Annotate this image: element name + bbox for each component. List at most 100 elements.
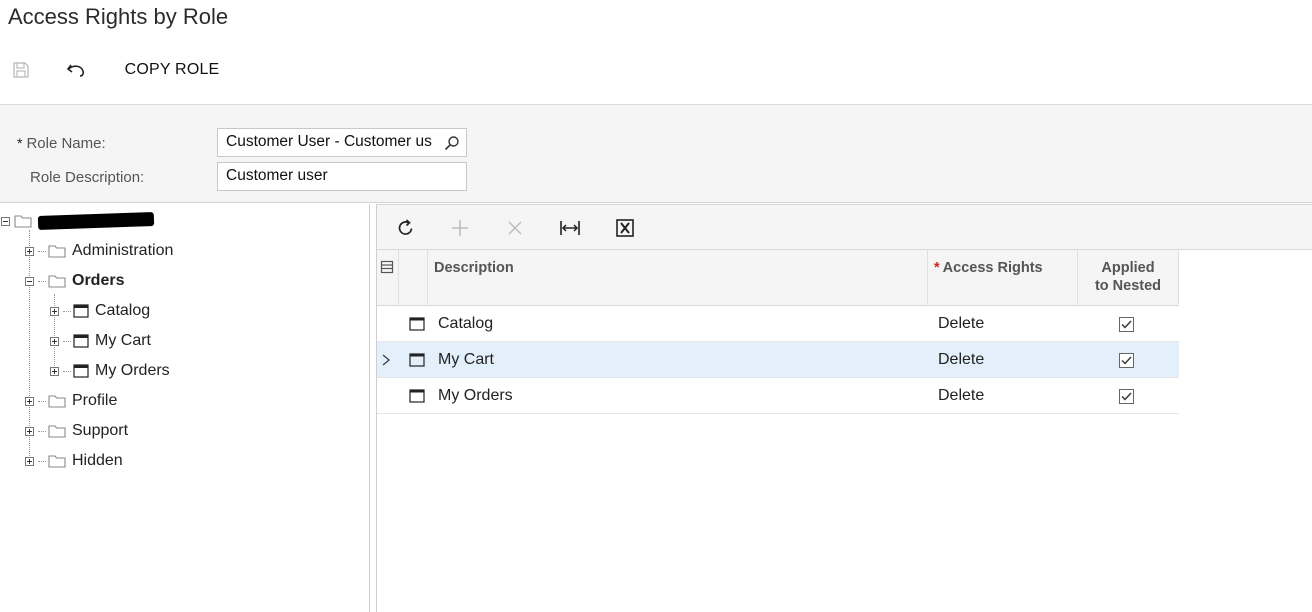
page-title: Access Rights by Role	[8, 4, 229, 29]
current-row-indicator-icon	[381, 342, 391, 378]
refresh-icon	[398, 219, 413, 235]
collapse-icon[interactable]	[1, 216, 10, 226]
checkmark-icon	[1121, 392, 1132, 401]
tree-item-label: Catalog	[95, 302, 151, 319]
delete-row-button[interactable]	[500, 213, 530, 243]
tree-item-label: My Cart	[95, 332, 151, 349]
folder-icon	[48, 425, 66, 438]
column-settings-button[interactable]	[377, 250, 399, 306]
screen-icon	[73, 364, 89, 378]
role-tree: Administration Orders Catalog My Cart My…	[0, 204, 370, 612]
column-header-access-rights[interactable]: * Access Rights	[928, 250, 1078, 306]
role-description-field[interactable]: Customer user	[217, 162, 467, 191]
tree-item-orders[interactable]: Orders	[25, 266, 124, 296]
folder-icon	[48, 395, 66, 408]
tree-item-label: Administration	[72, 242, 174, 259]
expand-icon[interactable]	[25, 246, 34, 256]
undo-button[interactable]	[62, 52, 90, 88]
folder-icon	[48, 275, 66, 288]
refresh-button[interactable]	[391, 213, 421, 243]
tree-item-support[interactable]: Support	[25, 416, 128, 446]
screen-icon	[409, 342, 425, 378]
tree-item-label: Hidden	[72, 452, 123, 469]
tree-item-my-orders[interactable]: My Orders	[50, 356, 170, 386]
main-toolbar: COPY ROLE	[0, 52, 1312, 88]
screen-icon	[73, 304, 89, 318]
expand-icon[interactable]	[50, 336, 59, 346]
tree-connector	[63, 340, 71, 342]
expand-icon[interactable]	[25, 396, 34, 406]
tree-item-label: Orders	[72, 272, 125, 289]
access-rights-header-label: Access Rights	[942, 260, 1043, 276]
role-form: * Role Name: Customer User - Customer us …	[0, 104, 1312, 203]
table-row[interactable]: My Cart Delete	[377, 342, 1179, 378]
redacted-root-label	[37, 211, 155, 231]
tree-connector	[63, 370, 71, 372]
screen-icon	[409, 306, 425, 342]
tree-item-label: Profile	[72, 392, 118, 409]
grid-header: Description * Access Rights Applied to Nes…	[377, 250, 1179, 306]
applied-to-nested-checkbox[interactable]	[1119, 306, 1134, 342]
access-rights-grid-pane: Description * Access Rights Applied to Nes…	[376, 204, 1312, 612]
row-access-rights[interactable]: Delete	[938, 378, 984, 414]
collapse-icon[interactable]	[25, 276, 34, 286]
fit-width-icon	[560, 221, 580, 235]
close-icon	[508, 221, 522, 235]
tree-connector	[38, 430, 46, 432]
save-button[interactable]	[8, 52, 34, 88]
required-star: *	[17, 135, 23, 151]
tree-root[interactable]	[1, 206, 155, 236]
row-access-rights[interactable]: Delete	[938, 342, 984, 378]
tree-connector	[38, 460, 46, 462]
role-name-field[interactable]: Customer User - Customer us	[217, 128, 467, 157]
tree-connector	[38, 280, 46, 282]
undo-icon	[66, 64, 85, 77]
applied-header-line1: Applied	[1101, 260, 1155, 276]
tree-item-profile[interactable]: Profile	[25, 386, 117, 416]
applied-header-line2: to Nested	[1094, 278, 1162, 294]
access-rights-grid: Description * Access Rights Applied to Nes…	[377, 250, 1179, 414]
column-header-applied-to-nested[interactable]: Applied to Nested	[1078, 250, 1179, 306]
export-excel-button[interactable]	[610, 213, 640, 243]
tree-item-label: Support	[72, 422, 129, 439]
search-icon[interactable]	[444, 135, 460, 151]
tree-item-catalog[interactable]: Catalog	[50, 296, 150, 326]
grid-toolbar	[377, 204, 1312, 250]
folder-icon	[48, 455, 66, 468]
screen-icon	[409, 378, 425, 414]
folder-icon	[14, 215, 32, 228]
save-icon	[13, 62, 29, 78]
screen-icon	[73, 334, 89, 348]
applied-to-nested-checkbox[interactable]	[1119, 378, 1134, 414]
role-description-label: Role Description:	[30, 169, 145, 186]
icon-column-header	[399, 250, 428, 306]
tree-connector	[38, 400, 46, 402]
copy-role-button[interactable]: COPY ROLE	[112, 52, 232, 88]
expand-icon[interactable]	[50, 306, 59, 316]
role-name-label: * Role Name:	[17, 135, 106, 152]
applied-to-nested-checkbox[interactable]	[1119, 342, 1134, 378]
excel-icon	[616, 219, 634, 237]
tree-item-hidden[interactable]: Hidden	[25, 446, 123, 476]
row-access-rights[interactable]: Delete	[938, 306, 984, 342]
role-name-label-text: Role Name:	[26, 135, 106, 152]
expand-icon[interactable]	[25, 426, 34, 436]
tree-item-administration[interactable]: Administration	[25, 236, 173, 266]
role-name-value: Customer User - Customer us	[226, 133, 432, 150]
row-description: My Orders	[438, 387, 513, 404]
add-row-button[interactable]	[445, 213, 475, 243]
expand-icon[interactable]	[50, 366, 59, 376]
tree-connector	[38, 250, 46, 252]
row-description: My Cart	[438, 351, 494, 368]
column-settings-icon	[380, 260, 394, 274]
fit-columns-button[interactable]	[555, 213, 585, 243]
plus-icon	[452, 220, 468, 236]
column-header-description[interactable]: Description	[428, 250, 928, 306]
tree-item-label: My Orders	[95, 362, 170, 379]
tree-item-my-cart[interactable]: My Cart	[50, 326, 151, 356]
table-row[interactable]: Catalog Delete	[377, 306, 1179, 342]
tree-connector	[63, 310, 71, 312]
table-row[interactable]: My Orders Delete	[377, 378, 1179, 414]
expand-icon[interactable]	[25, 456, 34, 466]
checkmark-icon	[1121, 320, 1132, 329]
